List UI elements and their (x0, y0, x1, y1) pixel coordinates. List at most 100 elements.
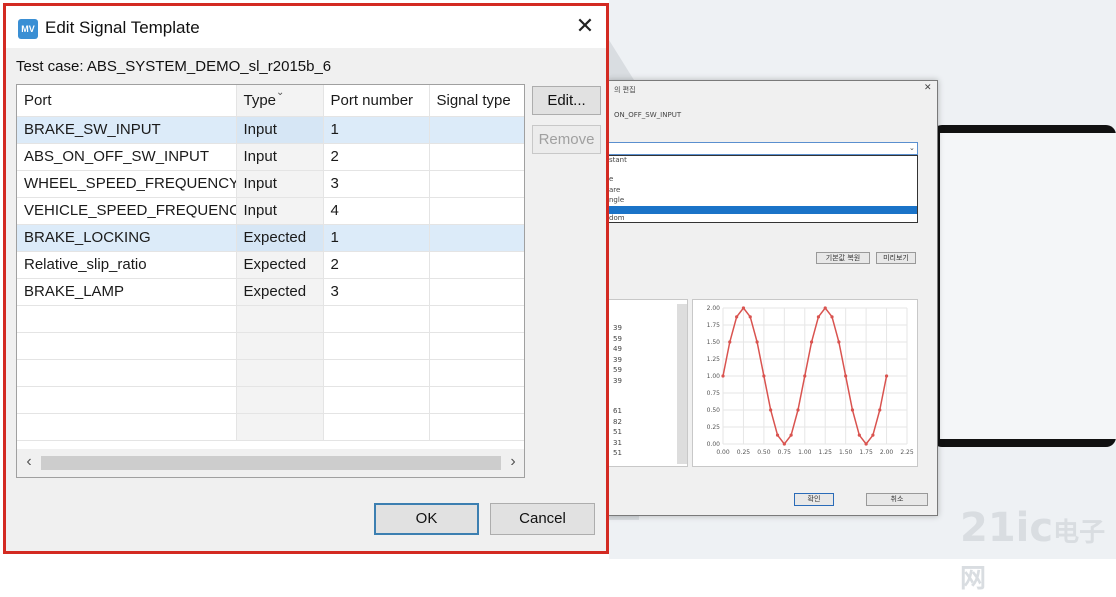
data-point (850, 408, 855, 412)
cell-type (236, 305, 324, 333)
x-tick-label: 0.00 (716, 449, 730, 456)
cell-port (17, 386, 237, 414)
y-tick-label: 1.75 (707, 322, 721, 329)
data-point (864, 442, 868, 446)
edit-button[interactable]: Edit... (532, 86, 601, 115)
cell-port-number: 2 (323, 251, 430, 279)
data-point (809, 340, 814, 344)
cell-port-number (323, 305, 430, 333)
cell-type (236, 413, 324, 441)
y-tick-label: 1.00 (707, 373, 721, 380)
cell-port: ABS_ON_OFF_SW_INPUT (17, 143, 237, 171)
scroll-right-icon[interactable]: › (503, 453, 523, 471)
bg-preview-button: 미리보기 (876, 252, 916, 264)
column-header-port-number[interactable]: Port number (323, 85, 430, 117)
table-row[interactable]: Relative_slip_ratio Expected 2 (17, 251, 524, 279)
y-tick-label: 0.75 (707, 390, 721, 397)
y-tick-label: 2.00 (707, 305, 721, 312)
data-point (789, 433, 793, 437)
bg-value-item: 59 (613, 366, 622, 374)
table-row[interactable] (17, 305, 524, 333)
test-case-label: Test case: ABS_SYSTEM_DEMO_sl_r2015b_6 (16, 58, 332, 75)
x-tick-label: 1.50 (839, 449, 853, 456)
table-row[interactable] (17, 386, 524, 414)
bg-ok-button: 확인 (794, 493, 834, 506)
scroll-left-icon[interactable]: ‹ (19, 453, 39, 471)
y-tick-label: 0.25 (707, 424, 721, 431)
table-row[interactable]: ABS_ON_OFF_SW_INPUT Input 2 (17, 143, 524, 171)
monitor-screen (940, 133, 1116, 439)
cell-type: Input (236, 116, 324, 144)
x-tick-label: 0.75 (778, 449, 792, 456)
y-tick-label: 0.00 (707, 441, 721, 448)
bg-chart-panel: 0.00 0.25 0.50 0.75 1.00 1.25 1.50 1.75 2.00 0.00… (692, 299, 918, 467)
ok-button[interactable]: OK (374, 503, 479, 535)
x-tick-label: 1.25 (819, 449, 833, 456)
cell-type: Expected (236, 278, 324, 306)
app-icon: MV (18, 19, 38, 39)
watermark-logo: 21ic电子网 (960, 505, 1106, 594)
data-point (816, 315, 821, 319)
x-tick-label: 0.25 (737, 449, 751, 456)
bg-value-item: 39 (613, 376, 622, 385)
cell-signal-type (429, 386, 524, 414)
bg-signal-chart: 0.00 0.25 0.50 0.75 1.00 1.25 1.50 1.75 2.00 0.00… (707, 305, 914, 456)
column-header-port[interactable]: Port (17, 85, 237, 117)
remove-button[interactable]: Remove (532, 125, 601, 154)
cell-signal-type (429, 359, 524, 387)
data-point (721, 374, 725, 378)
bg-value-item: 51 (613, 428, 622, 436)
column-header-signal-type[interactable]: Signal type (429, 85, 524, 117)
cell-port: BRAKE_LAMP (17, 278, 237, 306)
table-row[interactable]: BRAKE_LAMP Expected 3 (17, 278, 524, 306)
cell-type (236, 359, 324, 387)
scrollbar-thumb[interactable] (41, 456, 501, 470)
bg-port-label: ON_OFF_SW_INPUT (614, 111, 682, 119)
cell-port: WHEEL_SPEED_FREQUENCY (17, 170, 237, 198)
bg-value-item: 49 (613, 345, 622, 353)
dialog-title: Edit Signal Template (45, 18, 200, 37)
x-tick-label: 0.50 (757, 449, 771, 456)
data-point (823, 306, 827, 310)
cell-port: BRAKE_SW_INPUT (17, 116, 237, 144)
data-point (857, 433, 861, 437)
close-icon[interactable]: ✕ (572, 14, 598, 40)
cell-port-number (323, 359, 430, 387)
data-point (871, 433, 875, 437)
cell-type (236, 386, 324, 414)
table-row[interactable]: WHEEL_SPEED_FREQUENCY Input 3 (17, 170, 524, 198)
cell-port (17, 332, 237, 360)
horizontal-scrollbar[interactable]: ‹ › (17, 449, 524, 477)
x-tick-label: 1.00 (798, 449, 812, 456)
data-point (796, 408, 800, 412)
bg-combo-chevron-icon: ⌄ (909, 144, 915, 152)
bg-dialog-title: 의 편집 (614, 86, 636, 94)
cell-port (17, 413, 237, 441)
monitor-frame (932, 125, 1116, 447)
cancel-button[interactable]: Cancel (490, 503, 595, 535)
bg-value-item: 59 (613, 334, 622, 343)
table-row[interactable] (17, 359, 524, 387)
cell-type: Expected (236, 224, 324, 252)
bg-signal-dropdown: stant e are ngle dom (608, 155, 918, 223)
data-point (728, 340, 732, 344)
table-row[interactable]: BRAKE_LOCKING Expected 1 (17, 224, 524, 252)
y-tick-label: 1.25 (707, 356, 721, 363)
table-row[interactable] (17, 332, 524, 360)
edit-signal-template-dialog: MV Edit Signal Template ✕ Test case: ABS… (3, 3, 609, 554)
cell-signal-type (429, 251, 524, 279)
cell-signal-type (429, 413, 524, 441)
bg-value-item: 31 (613, 438, 622, 447)
bg-values-scrollbar (677, 304, 687, 464)
data-point (735, 315, 739, 319)
cell-port-number: 2 (323, 143, 430, 171)
cell-port-number: 1 (323, 116, 430, 144)
cell-signal-type (429, 170, 524, 198)
table-row[interactable] (17, 413, 524, 441)
table-row[interactable]: VEHICLE_SPEED_FREQUENCY Input 4 (17, 197, 524, 225)
cell-port-number (323, 332, 430, 360)
cell-port-number: 3 (323, 278, 430, 306)
cell-port: Relative_slip_ratio (17, 251, 237, 279)
table-row[interactable]: BRAKE_SW_INPUT Input 1 (17, 116, 524, 144)
bg-value-item: 61 (613, 407, 622, 415)
